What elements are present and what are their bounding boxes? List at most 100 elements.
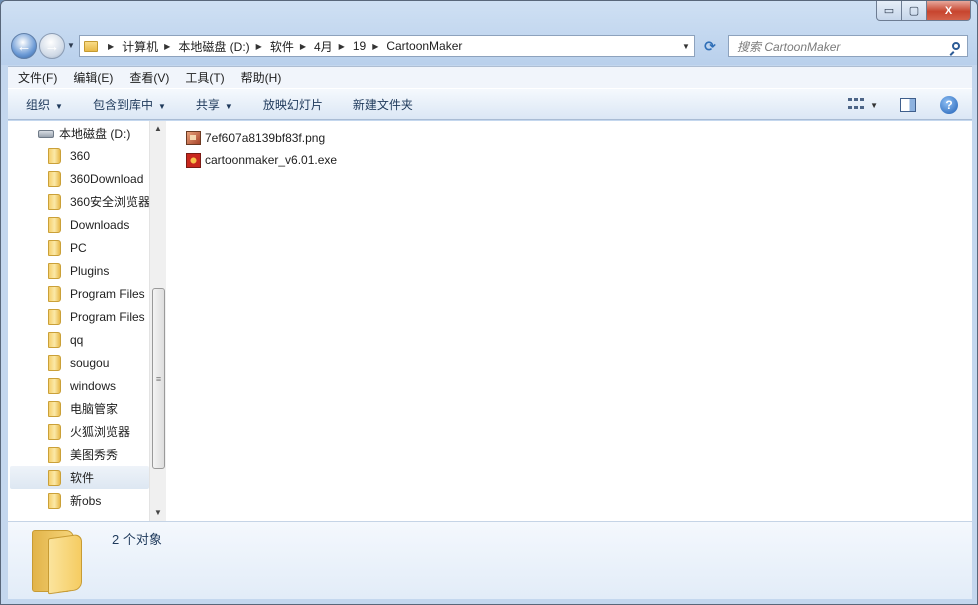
chevron-right-icon[interactable]: ▶: [164, 42, 170, 51]
tree-item-qq[interactable]: qq: [48, 328, 150, 351]
search-input[interactable]: 搜索 CartoonMaker: [737, 38, 840, 55]
tree-item-downloads[interactable]: Downloads: [48, 213, 150, 236]
chevron-down-icon: ▼: [224, 101, 233, 111]
forward-button[interactable]: →: [39, 33, 65, 59]
breadcrumb-19[interactable]: 19: [353, 39, 366, 53]
breadcrumb-april[interactable]: 4月: [314, 38, 333, 55]
scroll-down-icon[interactable]: ▼: [150, 505, 166, 521]
file-list: 7ef607a8139bf83f.png cartoonmaker_v6.01.…: [186, 127, 337, 171]
list-item[interactable]: cartoonmaker_v6.01.exe: [186, 149, 337, 171]
chevron-down-icon[interactable]: ▼: [870, 101, 878, 110]
breadcrumb-drive[interactable]: 本地磁盘 (D:): [178, 38, 249, 55]
chevron-right-icon[interactable]: ▶: [372, 42, 378, 51]
address-dropdown-icon[interactable]: ▼: [678, 42, 694, 51]
arrow-right-icon: →: [44, 37, 60, 55]
file-name: cartoonmaker_v6.01.exe: [205, 153, 338, 167]
folder-icon: [48, 469, 61, 486]
tree-item-new-obs[interactable]: 新obs: [48, 489, 150, 512]
help-icon[interactable]: ?: [940, 96, 958, 114]
details-pane: 2 个对象: [8, 521, 972, 599]
chevron-right-icon[interactable]: ▶: [256, 42, 262, 51]
tree-item-label: PC: [70, 240, 87, 255]
folder-icon: [48, 193, 61, 210]
navigation-pane: 本地磁盘 (D:) 360 360Download 360安全浏览器 Downl…: [8, 121, 166, 521]
tree-item-label: qq: [70, 332, 84, 347]
tree-item-sougou[interactable]: sougou: [48, 351, 150, 374]
search-icon[interactable]: [945, 39, 967, 53]
close-button[interactable]: X: [927, 1, 971, 21]
tree-item-label: sougou: [70, 355, 110, 370]
tree-item-360[interactable]: 360: [48, 144, 150, 167]
recent-pages-dropdown[interactable]: ▼: [67, 41, 75, 50]
breadcrumb-cartoonmaker[interactable]: CartoonMaker: [386, 39, 462, 53]
tree-item-label: windows: [70, 378, 117, 393]
tree-item-label: Downloads: [70, 217, 130, 232]
tree-item-program-files[interactable]: Program Files: [48, 282, 150, 305]
include-in-library-button[interactable]: 包含到库中 ▼: [93, 96, 166, 113]
folder-icon: [48, 262, 61, 279]
tree-item-pc-manager[interactable]: 电脑管家: [48, 397, 150, 420]
explorer-window: ▭ ▢ X ← → ▼ ▶ 计算机 ▶ 本地磁盘 (D:) ▶ 软件 ▶ 4月 …: [0, 0, 978, 605]
tree-item-software[interactable]: 软件: [10, 466, 149, 489]
tree-item-label: 360: [70, 148, 91, 163]
tree-item-label: Program Files: [70, 309, 145, 324]
list-item[interactable]: 7ef607a8139bf83f.png: [186, 127, 337, 149]
chevron-right-icon[interactable]: ▶: [108, 42, 114, 51]
maximize-button[interactable]: ▢: [902, 1, 927, 21]
share-label: 共享: [195, 97, 220, 112]
share-button[interactable]: 共享 ▼: [196, 96, 233, 113]
tree-item-label: 软件: [70, 471, 95, 485]
menu-tools[interactable]: 工具(T): [185, 69, 224, 86]
minimize-button[interactable]: ▭: [876, 1, 902, 21]
menu-help[interactable]: 帮助(H): [241, 69, 282, 86]
folder-icon: [32, 528, 92, 595]
hard-drive-icon: [38, 129, 54, 138]
tree-item-windows[interactable]: windows: [48, 374, 150, 397]
tree-item-plugins[interactable]: Plugins: [48, 259, 150, 282]
folder-icon: [48, 423, 61, 440]
refresh-icon: ⟳: [704, 37, 716, 54]
folder-icon: [48, 492, 61, 509]
back-button[interactable]: ←: [11, 33, 37, 59]
view-options-icon[interactable]: [848, 98, 865, 112]
tree-item-meitu[interactable]: 美图秀秀: [48, 443, 150, 466]
breadcrumb-computer[interactable]: 计算机: [122, 38, 158, 55]
preview-pane-icon[interactable]: [900, 98, 916, 112]
organize-button[interactable]: 组织 ▼: [26, 96, 63, 113]
tree-item-label: 电脑管家: [70, 402, 119, 416]
item-count: 2 个对象: [112, 532, 162, 547]
slideshow-button[interactable]: 放映幻灯片: [263, 96, 323, 113]
command-bar: 组织 ▼ 包含到库中 ▼ 共享 ▼ 放映幻灯片 新建文件夹 ▼ ?: [8, 88, 972, 120]
tree-item-drive[interactable]: 本地磁盘 (D:): [38, 125, 130, 142]
folder-icon: [84, 40, 98, 52]
tree-item-label: 本地磁盘 (D:): [59, 127, 131, 141]
tree-item-pc[interactable]: PC: [48, 236, 150, 259]
arrow-left-icon: ←: [16, 37, 32, 55]
folder-icon: [48, 331, 61, 348]
tree-item-program-files-x86[interactable]: Program Files: [48, 305, 150, 328]
chevron-right-icon[interactable]: ▶: [339, 42, 345, 51]
menu-file[interactable]: 文件(F): [18, 69, 57, 86]
search-box[interactable]: 搜索 CartoonMaker: [728, 35, 968, 57]
address-bar[interactable]: ▶ 计算机 ▶ 本地磁盘 (D:) ▶ 软件 ▶ 4月 ▶ 19 ▶ Carto…: [79, 35, 695, 57]
folder-icon: [48, 239, 61, 256]
tree-item-firefox[interactable]: 火狐浏览器: [48, 420, 150, 443]
chevron-right-icon[interactable]: ▶: [300, 42, 306, 51]
folder-icon: [48, 147, 61, 164]
new-folder-button[interactable]: 新建文件夹: [353, 96, 413, 113]
menu-edit[interactable]: 编辑(E): [73, 69, 113, 86]
chevron-down-icon: ▼: [157, 101, 166, 111]
nav-scrollbar[interactable]: ▲ ≡ ▼: [149, 121, 166, 521]
png-file-icon: [186, 131, 201, 145]
breadcrumb-software[interactable]: 软件: [270, 38, 294, 55]
tree-item-360download[interactable]: 360Download: [48, 167, 150, 190]
menu-view[interactable]: 查看(V): [129, 69, 169, 86]
tree-item-label: 美图秀秀: [70, 448, 119, 462]
scroll-up-icon[interactable]: ▲: [150, 121, 166, 137]
tree-item-label: 火狐浏览器: [70, 425, 131, 439]
folder-icon: [48, 400, 61, 417]
scrollbar-thumb[interactable]: ≡: [152, 288, 165, 469]
refresh-button[interactable]: ⟳: [698, 35, 722, 57]
tree-item-360-browser[interactable]: 360安全浏览器: [48, 190, 150, 213]
tree-item-label: Plugins: [70, 263, 110, 278]
